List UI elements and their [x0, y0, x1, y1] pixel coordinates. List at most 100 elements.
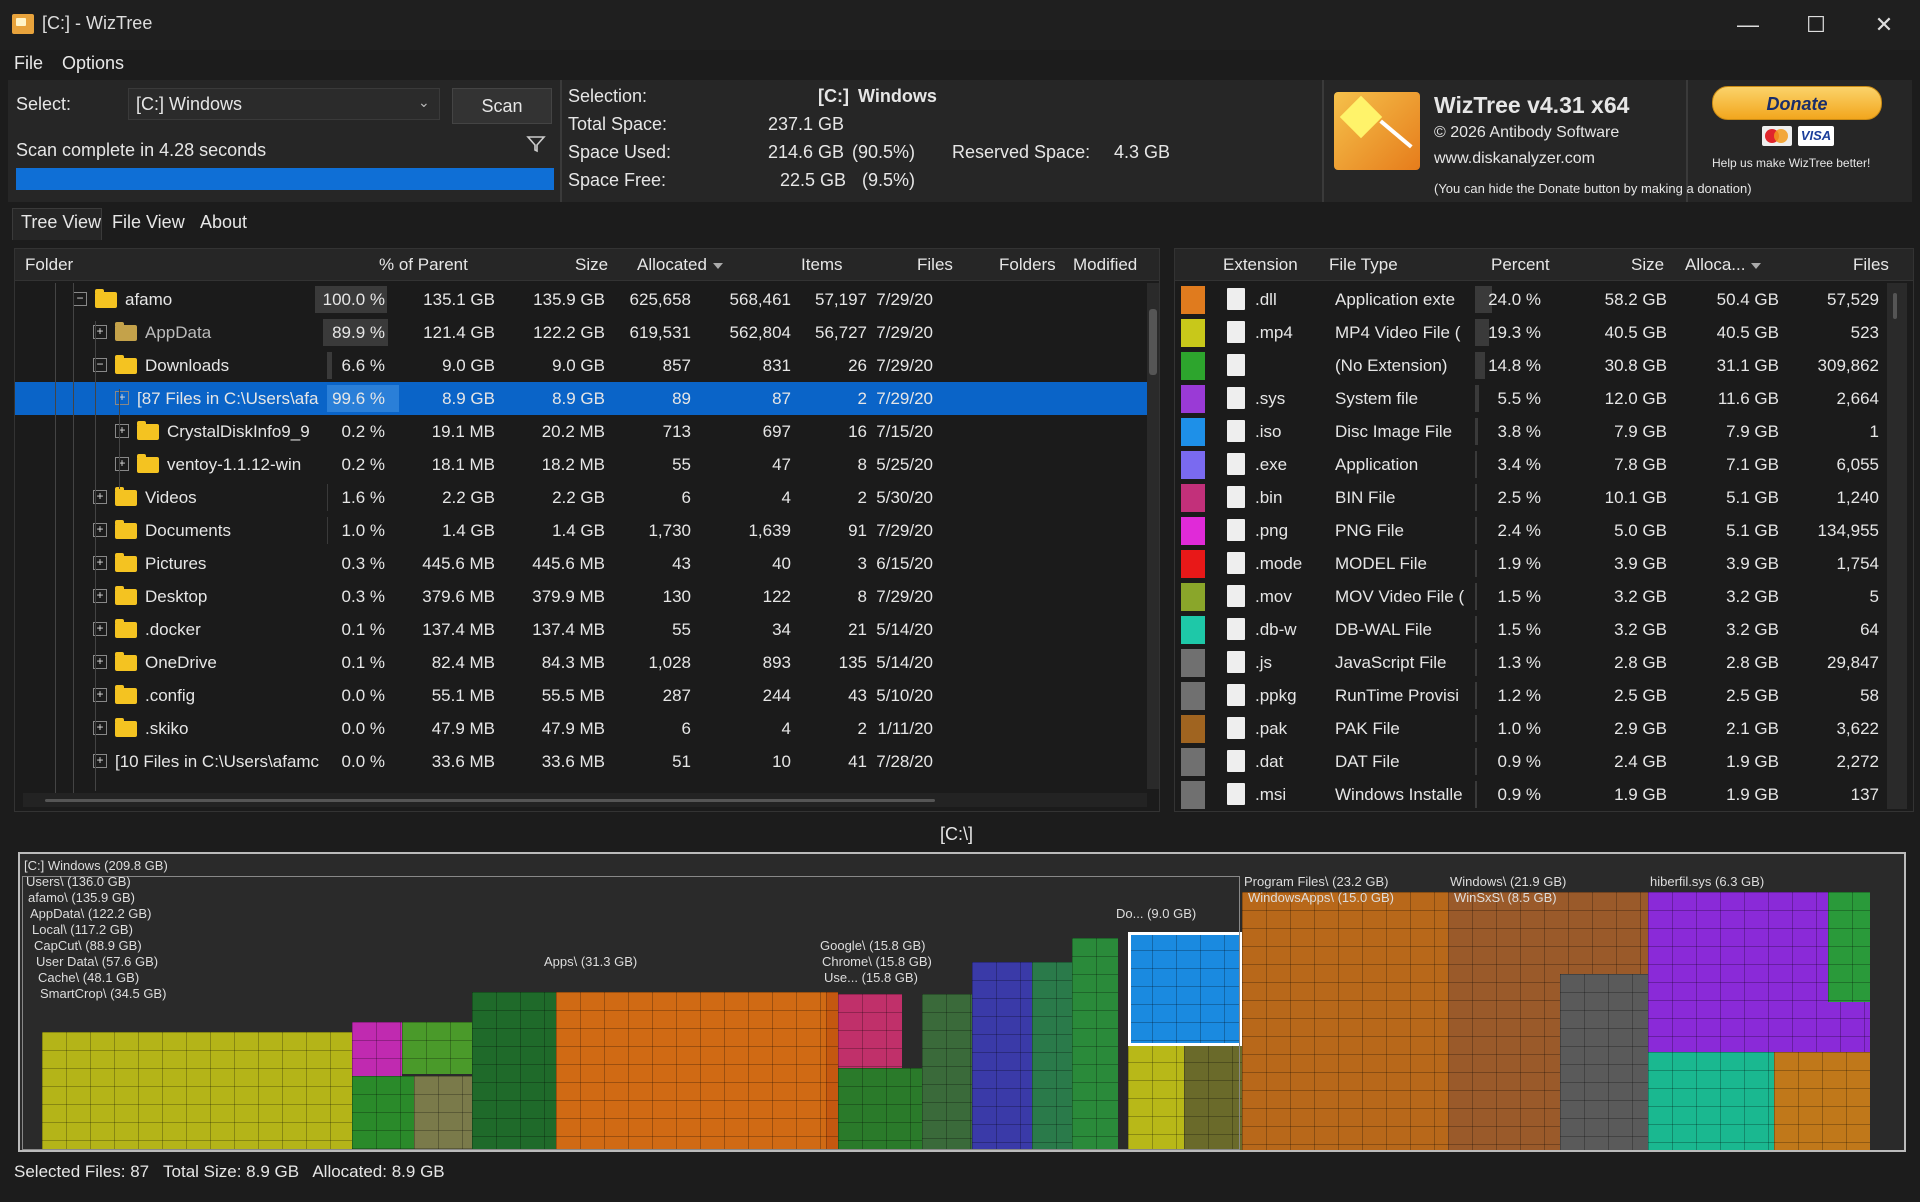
scan-button[interactable]: Scan — [452, 88, 552, 124]
tree-row[interactable]: + OneDrive 0.1 % 82.4 MB 84.3 MB 1,028 893 135 5… — [15, 646, 1159, 679]
filetype-row[interactable]: .ppkg RunTime Provisi 1.2 % 2.5 GB 2.5 GB 58 — [1175, 679, 1913, 712]
folder-icon — [115, 520, 137, 539]
tree-row[interactable]: + AppData 89.9 % 121.4 GB 122.2 GB 619,531 562… — [15, 316, 1159, 349]
filetype-row[interactable]: .iso Disc Image File 3.8 % 7.9 GB 7.9 GB 1 — [1175, 415, 1913, 448]
menu-file[interactable]: File — [14, 53, 43, 74]
col-percent[interactable]: Percent — [1491, 255, 1550, 275]
maximize-button[interactable]: ☐ — [1796, 10, 1836, 40]
ft-files: 1,754 — [1836, 554, 1879, 573]
tree-row[interactable]: + Videos 1.6 % 2.2 GB 2.2 GB 6 4 2 5/30/20 — [15, 481, 1159, 514]
filetype-row[interactable]: .db-w DB-WAL File 1.5 % 3.2 GB 3.2 GB 64 — [1175, 613, 1913, 646]
filetype-row[interactable]: .dll Application exte 24.0 % 58.2 GB 50.4 GB… — [1175, 283, 1913, 316]
filetype-row[interactable]: .sys System file 5.5 % 12.0 GB 11.6 GB 2,664 — [1175, 382, 1913, 415]
ft-alloc: 1.9 GB — [1726, 752, 1779, 771]
ft-type: DAT File — [1335, 752, 1400, 771]
filetype-row[interactable]: .mov MOV Video File (1.5 % 3.2 GB 3.2 GB 5 — [1175, 580, 1913, 613]
col-ft-files[interactable]: Files — [1853, 255, 1889, 275]
tree-pct: 0.0 % — [341, 686, 385, 705]
tree-row[interactable]: + .config 0.0 % 55.1 MB 55.5 MB 287 244 43 5/10/… — [15, 679, 1159, 712]
tree-row[interactable]: + Desktop 0.3 % 379.6 MB 379.9 MB 130 122 8 7/29… — [15, 580, 1159, 613]
col-folders[interactable]: Folders — [999, 255, 1056, 275]
expand-icon[interactable]: + — [115, 424, 129, 438]
ft-percent: 1.0 % — [1497, 719, 1541, 738]
tree-row[interactable]: + .skiko 0.0 % 47.9 MB 47.9 MB 6 4 2 1/11/20 — [15, 712, 1159, 745]
donate-button[interactable]: Donate — [1712, 86, 1882, 120]
filetype-row[interactable]: .pak PAK File 1.0 % 2.9 GB 2.1 GB 3,622 — [1175, 712, 1913, 745]
treemap[interactable]: [C:] Windows (209.8 GB) Users\ (136.0 GB)… — [18, 852, 1906, 1152]
ft-files: 6,055 — [1836, 455, 1879, 474]
col-items[interactable]: Items — [801, 255, 843, 275]
tab-about[interactable]: About — [200, 212, 247, 233]
menu-options[interactable]: Options — [62, 53, 124, 74]
file-icon — [1227, 618, 1245, 640]
ft-alloc: 11.6 GB — [1717, 389, 1779, 408]
filetype-row[interactable]: .mode MODEL File 1.9 % 3.9 GB 3.9 GB 1,754 — [1175, 547, 1913, 580]
divider — [1322, 80, 1324, 202]
filetype-row[interactable]: .exe Application 3.4 % 7.8 GB 7.1 GB 6,055 — [1175, 448, 1913, 481]
tree-modified: 7/29/20 — [876, 389, 933, 408]
filetype-row[interactable]: .bin BIN File 2.5 % 10.1 GB 5.1 GB 1,240 — [1175, 481, 1913, 514]
col-file-type[interactable]: File Type — [1329, 255, 1398, 275]
tree-folder-name: Documents — [145, 521, 231, 540]
tree-row[interactable]: + [87 Files in C:\Users\afa 99.6 % 8.9 GB 8.… — [15, 382, 1159, 415]
tree-items: 619,531 — [629, 323, 691, 342]
treemap-path: [C:\] — [940, 824, 974, 844]
ft-files: 137 — [1850, 785, 1879, 804]
ft-size: 1.9 GB — [1614, 785, 1667, 804]
tab-file-view[interactable]: File View — [112, 212, 185, 233]
tree-row[interactable]: + .docker 0.1 % 137.4 MB 137.4 MB 55 34 21 5/14/… — [15, 613, 1159, 646]
col-files[interactable]: Files — [917, 255, 953, 275]
col-modified[interactable]: Modified — [1073, 255, 1137, 275]
col-extension[interactable]: Extension — [1223, 255, 1298, 275]
tree-files: 122 — [762, 587, 791, 606]
treemap-label-appdata: AppData\ (122.2 GB) — [30, 906, 152, 921]
treemap-block[interactable] — [1560, 974, 1648, 1150]
filetype-row[interactable]: .mp4 MP4 Video File (19.3 % 40.5 GB 40.5 GB… — [1175, 316, 1913, 349]
filetype-row[interactable]: (No Extension) 14.8 % 30.8 GB 31.1 GB 309,86… — [1175, 349, 1913, 382]
tree-row[interactable]: + [10 Files in C:\Users\afamc 0.0 % 33.6 MB… — [15, 745, 1159, 778]
expand-icon[interactable]: + — [115, 457, 129, 471]
ft-extension: .pak — [1255, 719, 1288, 738]
col-pct-parent[interactable]: % of Parent — [379, 255, 468, 275]
close-button[interactable]: ✕ — [1864, 10, 1904, 40]
tree-row[interactable]: − Downloads 6.6 % 9.0 GB 9.0 GB 857 831 26 7/29/… — [15, 349, 1159, 382]
tree-size: 9.0 GB — [442, 356, 495, 375]
filetype-row[interactable]: .png PNG File 2.4 % 5.0 GB 5.1 GB 134,955 — [1175, 514, 1913, 547]
expand-icon[interactable]: + — [115, 391, 129, 405]
chevron-down-icon[interactable]: ⌄ — [418, 94, 430, 111]
col-allocated[interactable]: Allocated — [637, 255, 723, 275]
filetype-row[interactable]: .dat DAT File 0.9 % 2.4 GB 1.9 GB 2,272 — [1175, 745, 1913, 778]
treemap-block[interactable] — [1242, 892, 1448, 1150]
folder-icon — [115, 553, 137, 572]
tree-row[interactable]: + ventoy-1.1.12-win 0.2 % 18.1 MB 18.2 MB 55 4… — [15, 448, 1159, 481]
treemap-label-smartcrop: SmartCrop\ (34.5 GB) — [40, 986, 167, 1001]
treemap-block[interactable] — [1774, 1052, 1870, 1150]
filetype-vscrollbar[interactable] — [1887, 283, 1907, 809]
tab-tree-view[interactable]: Tree View — [12, 208, 102, 240]
col-size[interactable]: Size — [575, 255, 608, 275]
tree-row[interactable]: + CrystalDiskInfo9_9 0.2 % 19.1 MB 20.2 MB 71… — [15, 415, 1159, 448]
minimize-button[interactable]: — — [1728, 10, 1768, 40]
reserved-label: Reserved Space: — [952, 142, 1091, 162]
filetype-row[interactable]: .js JavaScript File 1.3 % 2.8 GB 2.8 GB 29,84… — [1175, 646, 1913, 679]
ft-type: Application exte — [1335, 290, 1456, 309]
col-ft-size[interactable]: Size — [1631, 255, 1664, 275]
ft-alloc: 31.1 GB — [1716, 356, 1779, 375]
tree-row[interactable]: + Pictures 0.3 % 445.6 MB 445.6 MB 43 40 3 6/15/… — [15, 547, 1159, 580]
collapse-icon[interactable]: − — [73, 292, 87, 306]
treemap-block[interactable] — [1648, 1052, 1774, 1150]
tree-row[interactable]: + Documents 1.0 % 1.4 GB 1.4 GB 1,730 1,639 91 7… — [15, 514, 1159, 547]
treemap-block[interactable] — [1828, 892, 1870, 1002]
filter-icon[interactable] — [526, 134, 546, 154]
tree-row[interactable]: − afamo 100.0 % 135.1 GB 135.9 GB 625,658 568,… — [15, 283, 1159, 316]
website-link[interactable]: www.diskanalyzer.com — [1434, 150, 1595, 168]
tree-vscroll-thumb[interactable] — [1149, 309, 1157, 375]
col-folder[interactable]: Folder — [25, 255, 73, 275]
col-ft-alloc[interactable]: Alloca... — [1685, 255, 1762, 275]
tree-hscroll-thumb[interactable] — [45, 799, 935, 802]
folder-icon — [137, 454, 159, 473]
ft-type: JavaScript File — [1335, 653, 1447, 672]
filetype-vscroll-thumb[interactable] — [1893, 293, 1897, 319]
filetype-row[interactable]: .msi Windows Installe 0.9 % 1.9 GB 1.9 GB 137 — [1175, 778, 1913, 811]
drive-select-value: [C:] Windows — [136, 94, 243, 114]
